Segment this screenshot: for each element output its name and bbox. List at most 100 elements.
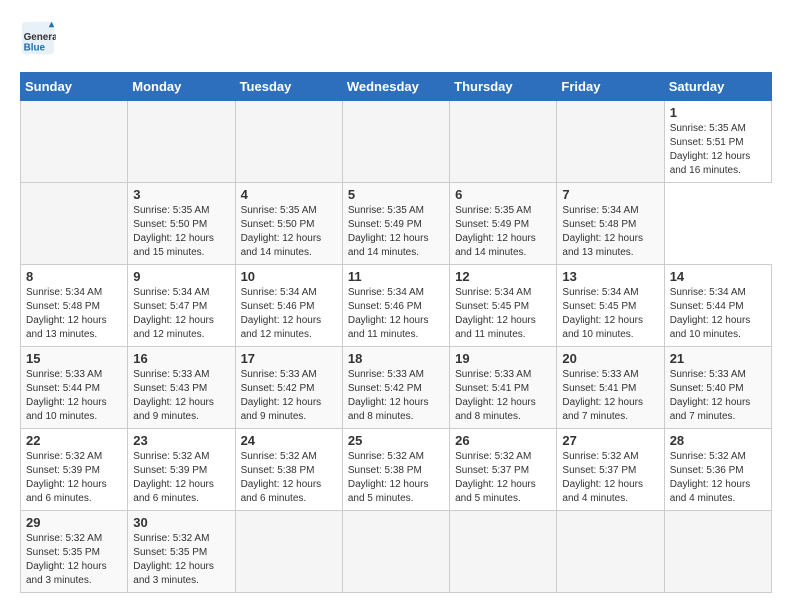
day-number: 24 <box>241 433 337 448</box>
day-info: Sunrise: 5:32 AMSunset: 5:37 PMDaylight:… <box>562 450 658 506</box>
column-header-sunday: Sunday <box>21 73 128 101</box>
day-number: 17 <box>241 351 337 366</box>
day-info: Sunrise: 5:33 AMSunset: 5:40 PMDaylight:… <box>670 368 766 424</box>
calendar-cell-day-7: 7 Sunrise: 5:34 AMSunset: 5:48 PMDayligh… <box>557 183 664 265</box>
calendar-cell-day-12: 12 Sunrise: 5:34 AMSunset: 5:45 PMDaylig… <box>450 265 557 347</box>
day-info: Sunrise: 5:33 AMSunset: 5:42 PMDaylight:… <box>241 368 337 424</box>
day-number: 6 <box>455 187 551 202</box>
column-header-monday: Monday <box>128 73 235 101</box>
day-info: Sunrise: 5:34 AMSunset: 5:45 PMDaylight:… <box>562 286 658 342</box>
calendar-cell-day-29: 29 Sunrise: 5:32 AMSunset: 5:35 PMDaylig… <box>21 511 128 593</box>
calendar-cell-empty <box>342 101 449 183</box>
day-number: 12 <box>455 269 551 284</box>
calendar-row: 22 Sunrise: 5:32 AMSunset: 5:39 PMDaylig… <box>21 429 772 511</box>
day-info: Sunrise: 5:34 AMSunset: 5:46 PMDaylight:… <box>348 286 444 342</box>
calendar-cell-empty <box>450 101 557 183</box>
day-number: 8 <box>26 269 122 284</box>
day-number: 19 <box>455 351 551 366</box>
day-number: 11 <box>348 269 444 284</box>
day-info: Sunrise: 5:32 AMSunset: 5:35 PMDaylight:… <box>26 532 122 588</box>
svg-text:Blue: Blue <box>24 43 46 54</box>
day-number: 30 <box>133 515 229 530</box>
day-info: Sunrise: 5:32 AMSunset: 5:39 PMDaylight:… <box>26 450 122 506</box>
day-number: 26 <box>455 433 551 448</box>
calendar-cell-day-9: 9 Sunrise: 5:34 AMSunset: 5:47 PMDayligh… <box>128 265 235 347</box>
calendar-cell-empty <box>450 511 557 593</box>
day-info: Sunrise: 5:33 AMSunset: 5:41 PMDaylight:… <box>562 368 658 424</box>
calendar-cell-day-15: 15 Sunrise: 5:33 AMSunset: 5:44 PMDaylig… <box>21 347 128 429</box>
day-info: Sunrise: 5:34 AMSunset: 5:48 PMDaylight:… <box>562 204 658 260</box>
calendar-cell-empty <box>21 183 128 265</box>
calendar-cell-day-25: 25 Sunrise: 5:32 AMSunset: 5:38 PMDaylig… <box>342 429 449 511</box>
calendar-cell-empty <box>235 511 342 593</box>
calendar-cell-day-30: 30 Sunrise: 5:32 AMSunset: 5:35 PMDaylig… <box>128 511 235 593</box>
calendar-cell-day-6: 6 Sunrise: 5:35 AMSunset: 5:49 PMDayligh… <box>450 183 557 265</box>
calendar-cell-empty <box>235 101 342 183</box>
calendar-row: 29 Sunrise: 5:32 AMSunset: 5:35 PMDaylig… <box>21 511 772 593</box>
day-number: 14 <box>670 269 766 284</box>
calendar-cell-day-8: 8 Sunrise: 5:34 AMSunset: 5:48 PMDayligh… <box>21 265 128 347</box>
day-info: Sunrise: 5:35 AMSunset: 5:51 PMDaylight:… <box>670 122 766 178</box>
day-info: Sunrise: 5:35 AMSunset: 5:49 PMDaylight:… <box>348 204 444 260</box>
day-info: Sunrise: 5:34 AMSunset: 5:46 PMDaylight:… <box>241 286 337 342</box>
calendar-cell-empty <box>557 511 664 593</box>
calendar-cell-day-11: 11 Sunrise: 5:34 AMSunset: 5:46 PMDaylig… <box>342 265 449 347</box>
calendar-cell-day-4: 4 Sunrise: 5:35 AMSunset: 5:50 PMDayligh… <box>235 183 342 265</box>
day-info: Sunrise: 5:32 AMSunset: 5:38 PMDaylight:… <box>241 450 337 506</box>
day-info: Sunrise: 5:34 AMSunset: 5:44 PMDaylight:… <box>670 286 766 342</box>
calendar-header-row: SundayMondayTuesdayWednesdayThursdayFrid… <box>21 73 772 101</box>
calendar-row: 8 Sunrise: 5:34 AMSunset: 5:48 PMDayligh… <box>21 265 772 347</box>
day-number: 7 <box>562 187 658 202</box>
logo-icon: General Blue <box>20 20 56 56</box>
column-header-thursday: Thursday <box>450 73 557 101</box>
day-info: Sunrise: 5:34 AMSunset: 5:48 PMDaylight:… <box>26 286 122 342</box>
day-number: 13 <box>562 269 658 284</box>
day-info: Sunrise: 5:33 AMSunset: 5:42 PMDaylight:… <box>348 368 444 424</box>
svg-text:General: General <box>24 32 56 43</box>
day-number: 22 <box>26 433 122 448</box>
day-number: 25 <box>348 433 444 448</box>
day-number: 9 <box>133 269 229 284</box>
calendar-cell-empty <box>557 101 664 183</box>
day-number: 5 <box>348 187 444 202</box>
day-number: 15 <box>26 351 122 366</box>
day-info: Sunrise: 5:33 AMSunset: 5:44 PMDaylight:… <box>26 368 122 424</box>
calendar-cell-day-27: 27 Sunrise: 5:32 AMSunset: 5:37 PMDaylig… <box>557 429 664 511</box>
day-info: Sunrise: 5:33 AMSunset: 5:41 PMDaylight:… <box>455 368 551 424</box>
calendar-cell-day-18: 18 Sunrise: 5:33 AMSunset: 5:42 PMDaylig… <box>342 347 449 429</box>
column-header-tuesday: Tuesday <box>235 73 342 101</box>
day-number: 16 <box>133 351 229 366</box>
day-number: 10 <box>241 269 337 284</box>
day-number: 29 <box>26 515 122 530</box>
column-header-friday: Friday <box>557 73 664 101</box>
calendar-cell-day-21: 21 Sunrise: 5:33 AMSunset: 5:40 PMDaylig… <box>664 347 771 429</box>
day-info: Sunrise: 5:34 AMSunset: 5:47 PMDaylight:… <box>133 286 229 342</box>
day-info: Sunrise: 5:34 AMSunset: 5:45 PMDaylight:… <box>455 286 551 342</box>
calendar-cell-day-22: 22 Sunrise: 5:32 AMSunset: 5:39 PMDaylig… <box>21 429 128 511</box>
calendar-cell-empty <box>21 101 128 183</box>
day-info: Sunrise: 5:33 AMSunset: 5:43 PMDaylight:… <box>133 368 229 424</box>
logo: General Blue <box>20 20 60 56</box>
calendar-cell-empty <box>342 511 449 593</box>
calendar-cell-day-20: 20 Sunrise: 5:33 AMSunset: 5:41 PMDaylig… <box>557 347 664 429</box>
calendar-cell-day-28: 28 Sunrise: 5:32 AMSunset: 5:36 PMDaylig… <box>664 429 771 511</box>
calendar-cell-day-26: 26 Sunrise: 5:32 AMSunset: 5:37 PMDaylig… <box>450 429 557 511</box>
calendar-cell-day-23: 23 Sunrise: 5:32 AMSunset: 5:39 PMDaylig… <box>128 429 235 511</box>
calendar-cell-day-17: 17 Sunrise: 5:33 AMSunset: 5:42 PMDaylig… <box>235 347 342 429</box>
day-info: Sunrise: 5:35 AMSunset: 5:50 PMDaylight:… <box>241 204 337 260</box>
calendar-cell-day-3: 3 Sunrise: 5:35 AMSunset: 5:50 PMDayligh… <box>128 183 235 265</box>
day-info: Sunrise: 5:32 AMSunset: 5:39 PMDaylight:… <box>133 450 229 506</box>
day-number: 23 <box>133 433 229 448</box>
calendar-cell-day-10: 10 Sunrise: 5:34 AMSunset: 5:46 PMDaylig… <box>235 265 342 347</box>
day-number: 28 <box>670 433 766 448</box>
calendar-row: 3 Sunrise: 5:35 AMSunset: 5:50 PMDayligh… <box>21 183 772 265</box>
calendar-cell-day-16: 16 Sunrise: 5:33 AMSunset: 5:43 PMDaylig… <box>128 347 235 429</box>
day-info: Sunrise: 5:32 AMSunset: 5:35 PMDaylight:… <box>133 532 229 588</box>
calendar-cell-day-24: 24 Sunrise: 5:32 AMSunset: 5:38 PMDaylig… <box>235 429 342 511</box>
calendar-row: 15 Sunrise: 5:33 AMSunset: 5:44 PMDaylig… <box>21 347 772 429</box>
calendar-cell-day-14: 14 Sunrise: 5:34 AMSunset: 5:44 PMDaylig… <box>664 265 771 347</box>
calendar-cell-day-19: 19 Sunrise: 5:33 AMSunset: 5:41 PMDaylig… <box>450 347 557 429</box>
day-info: Sunrise: 5:32 AMSunset: 5:37 PMDaylight:… <box>455 450 551 506</box>
calendar-row: 1 Sunrise: 5:35 AMSunset: 5:51 PMDayligh… <box>21 101 772 183</box>
day-number: 4 <box>241 187 337 202</box>
